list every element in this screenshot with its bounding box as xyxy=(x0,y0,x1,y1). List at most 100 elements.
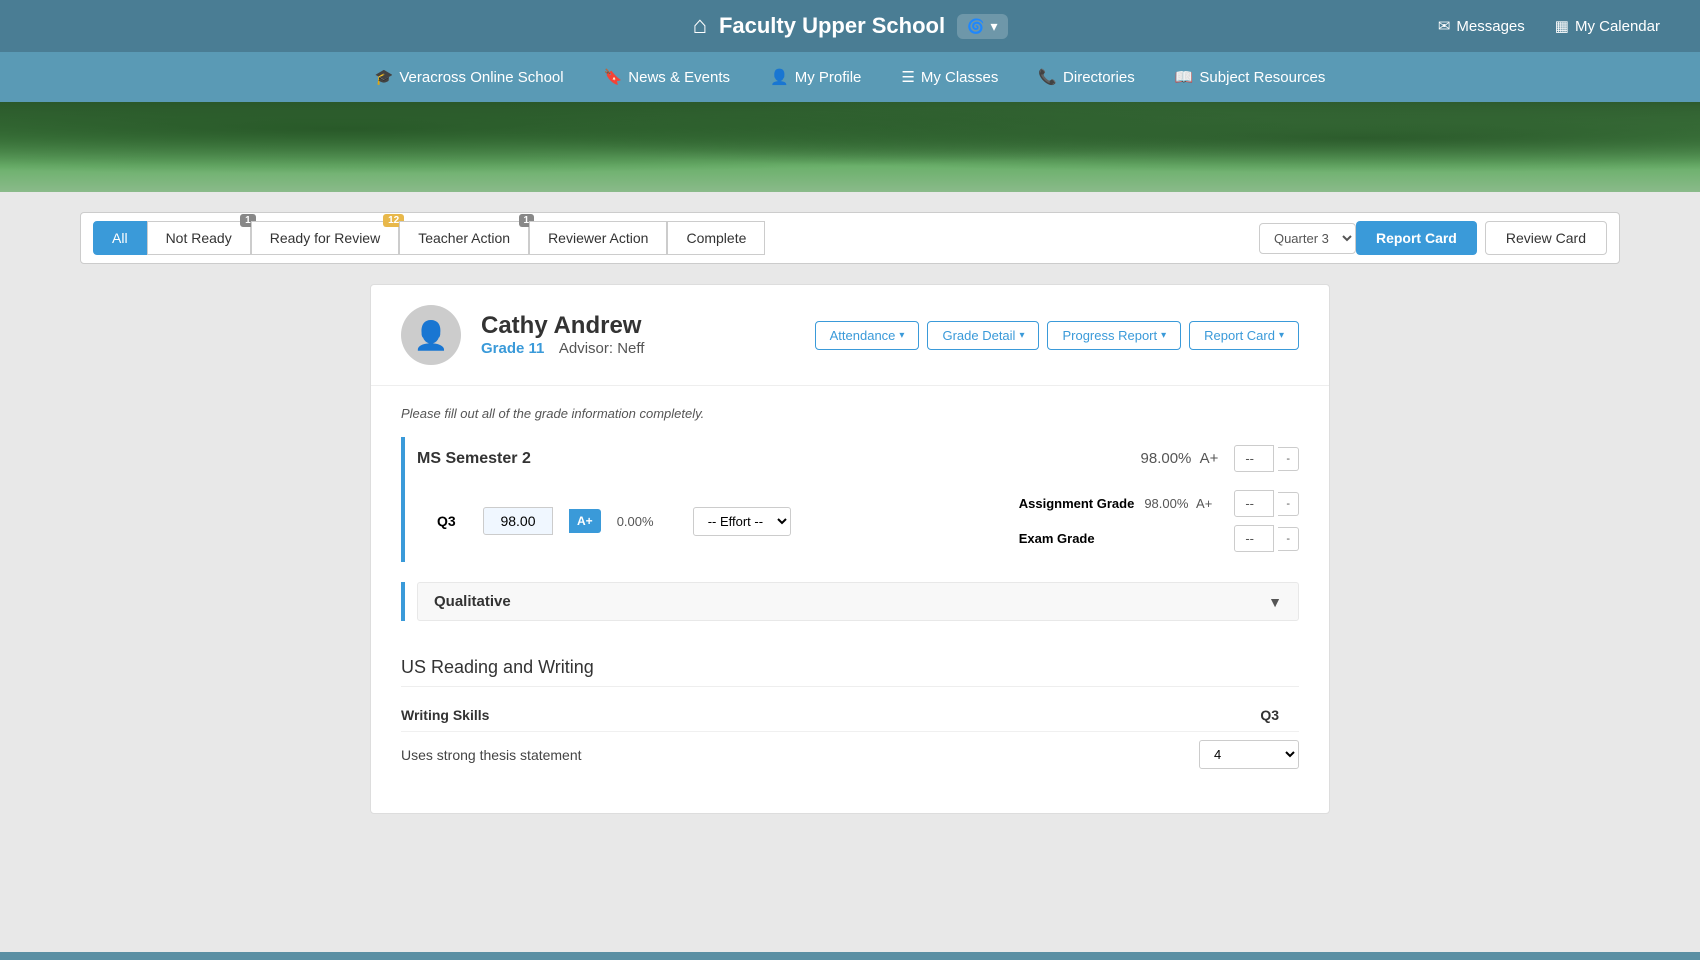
tab-ready-for-review-label: Ready for Review xyxy=(270,230,381,246)
avatar-icon: 👤 xyxy=(414,319,449,352)
student-header: 👤 Cathy Andrew Grade 11 Advisor: Neff At… xyxy=(371,285,1329,386)
assignment-grade-label: Assignment Grade xyxy=(1019,496,1135,511)
skill-q3-select[interactable]: 4 3 2 1 xyxy=(1199,740,1299,769)
assignment-grade-select-group: -- - xyxy=(1234,490,1299,517)
tab-not-ready-label: Not Ready xyxy=(166,230,232,246)
nav-label-veracross: Veracross Online School xyxy=(399,69,563,86)
assignment-grade-select-btn[interactable]: - xyxy=(1278,492,1299,516)
nav-label-profile: My Profile xyxy=(795,69,862,86)
assignment-grade-row: Assignment Grade 98.00% A+ -- - xyxy=(1019,490,1299,517)
nav-item-profile[interactable]: 👤 My Profile xyxy=(770,68,861,86)
chevron-down-icon: ▾ xyxy=(991,18,998,35)
tab-not-ready[interactable]: Not Ready 1 xyxy=(147,221,251,255)
exam-grade-display: -- xyxy=(1234,525,1274,552)
nav-bar: 🎓 Veracross Online School 🔖 News & Event… xyxy=(0,52,1700,102)
tab-reviewer-action[interactable]: Reviewer Action xyxy=(529,221,667,255)
calendar-icon: ▦ xyxy=(1555,17,1569,35)
qualitative-header: Qualitative ▼ xyxy=(417,582,1299,621)
assignment-grade-value: 98.00% A+ xyxy=(1144,496,1224,511)
effort-select[interactable]: -- Effort -- xyxy=(693,507,791,536)
spiral-icon: 🌀 xyxy=(967,18,984,35)
nav-label-resources: Subject Resources xyxy=(1199,69,1325,86)
semester-grade: 98.00% A+ xyxy=(1141,450,1219,467)
fill-notice: Please fill out all of the grade informa… xyxy=(401,406,1299,421)
report-card-dropdown-label: Report Card xyxy=(1204,328,1275,343)
nav-item-resources[interactable]: 📖 Subject Resources xyxy=(1175,68,1326,86)
grade-detail-chevron-icon: ▾ xyxy=(1019,330,1024,341)
exam-grade-select-btn[interactable]: - xyxy=(1278,527,1299,551)
nav-item-veracross[interactable]: 🎓 Veracross Online School xyxy=(375,68,564,86)
qualitative-section: Qualitative ▼ xyxy=(401,582,1299,621)
skills-table-header: Writing Skills Q3 xyxy=(401,699,1299,731)
exam-grade-select-group: -- - xyxy=(1234,525,1299,552)
report-card-dropdown[interactable]: Report Card ▾ xyxy=(1189,321,1299,350)
top-bar-right: ✉ Messages ▦ My Calendar xyxy=(1438,17,1660,35)
exam-grade-label: Exam Grade xyxy=(1019,531,1119,546)
nav-label-news: News & Events xyxy=(628,69,730,86)
student-card: 👤 Cathy Andrew Grade 11 Advisor: Neff At… xyxy=(370,284,1330,814)
messages-label: Messages xyxy=(1456,18,1524,35)
grade-detail-dropdown[interactable]: Grade Detail ▾ xyxy=(927,321,1039,350)
semester-grade-display: -- xyxy=(1234,445,1274,472)
tab-complete[interactable]: Complete xyxy=(667,221,765,255)
quarter-selector[interactable]: Quarter 3 xyxy=(1259,223,1356,254)
calendar-link[interactable]: ▦ My Calendar xyxy=(1555,17,1660,35)
q3-header: Q3 xyxy=(1179,707,1299,723)
progress-report-label: Progress Report xyxy=(1062,328,1157,343)
tab-all[interactable]: All xyxy=(93,221,147,255)
school-title: Faculty Upper School xyxy=(719,13,945,39)
tab-teacher-action[interactable]: Teacher Action 1 xyxy=(399,221,529,255)
writing-skills-header: Writing Skills xyxy=(401,707,1179,723)
qualitative-chevron-icon: ▼ xyxy=(1268,594,1282,610)
skill-row: Uses strong thesis statement 4 3 2 1 xyxy=(401,731,1299,777)
semester-overall-letter: A+ xyxy=(1200,450,1219,467)
nav-item-news[interactable]: 🔖 News & Events xyxy=(604,68,730,86)
tab-complete-label: Complete xyxy=(686,230,746,246)
tab-ready-for-review[interactable]: Ready for Review 12 xyxy=(251,221,400,255)
tab-teacher-action-label: Teacher Action xyxy=(418,230,510,246)
book-icon: 📖 xyxy=(1175,68,1194,86)
progress-report-dropdown[interactable]: Progress Report ▾ xyxy=(1047,321,1181,350)
report-card-button[interactable]: Report Card xyxy=(1356,221,1477,255)
tab-all-label: All xyxy=(112,230,128,246)
skills-table: Writing Skills Q3 Uses strong thesis sta… xyxy=(401,699,1299,777)
quarter-score-input[interactable] xyxy=(483,507,553,535)
school-switcher[interactable]: 🌀 ▾ xyxy=(957,14,1007,39)
semester-overall-grade: 98.00% xyxy=(1141,450,1192,467)
semester-title: MS Semester 2 xyxy=(417,450,1141,468)
phone-icon: 📞 xyxy=(1038,68,1057,86)
person-icon: 👤 xyxy=(770,68,789,86)
attendance-dropdown[interactable]: Attendance ▾ xyxy=(815,321,920,350)
filter-bar: All Not Ready 1 Ready for Review 12 Teac… xyxy=(80,212,1620,264)
filter-right-buttons: Report Card Review Card xyxy=(1356,221,1607,255)
assignment-grade-letter: A+ xyxy=(1196,496,1212,511)
exam-grade-row: Exam Grade -- - xyxy=(1019,525,1299,552)
student-info: Cathy Andrew Grade 11 Advisor: Neff xyxy=(481,312,795,358)
progress-report-chevron-icon: ▾ xyxy=(1161,330,1166,341)
tab-reviewer-action-label: Reviewer Action xyxy=(548,230,648,246)
nav-item-classes[interactable]: ☰ My Classes xyxy=(901,68,998,86)
graduation-icon: 🎓 xyxy=(375,68,394,86)
quarter-grade-badge: A+ xyxy=(569,509,601,533)
calendar-label: My Calendar xyxy=(1575,18,1660,35)
semester-grade-select-btn[interactable]: - xyxy=(1278,447,1299,471)
filter-tabs: All Not Ready 1 Ready for Review 12 Teac… xyxy=(93,221,1249,255)
attendance-chevron-icon: ▾ xyxy=(899,330,904,341)
rw-section: US Reading and Writing Writing Skills Q3… xyxy=(401,641,1299,793)
quarter-label: Q3 xyxy=(437,513,467,529)
review-card-button[interactable]: Review Card xyxy=(1485,221,1607,255)
quarter-percent: 0.00% xyxy=(617,514,677,529)
top-bar: Faculty Upper School 🌀 ▾ ✉ Messages ▦ My… xyxy=(0,0,1700,52)
assignment-grade-section: Assignment Grade 98.00% A+ -- - Exam xyxy=(1019,490,1299,552)
student-advisor: Advisor: Neff xyxy=(559,340,645,357)
messages-link[interactable]: ✉ Messages xyxy=(1438,17,1525,35)
main-content: All Not Ready 1 Ready for Review 12 Teac… xyxy=(0,192,1700,952)
attendance-label: Attendance xyxy=(830,328,896,343)
card-body: Please fill out all of the grade informa… xyxy=(371,386,1329,813)
student-grade: Grade 11 xyxy=(481,340,544,357)
nav-label-directories: Directories xyxy=(1063,69,1135,86)
report-card-chevron-icon: ▾ xyxy=(1279,330,1284,341)
nav-item-directories[interactable]: 📞 Directories xyxy=(1038,68,1134,86)
rw-title: US Reading and Writing xyxy=(401,657,1299,687)
home-icon xyxy=(692,12,707,40)
